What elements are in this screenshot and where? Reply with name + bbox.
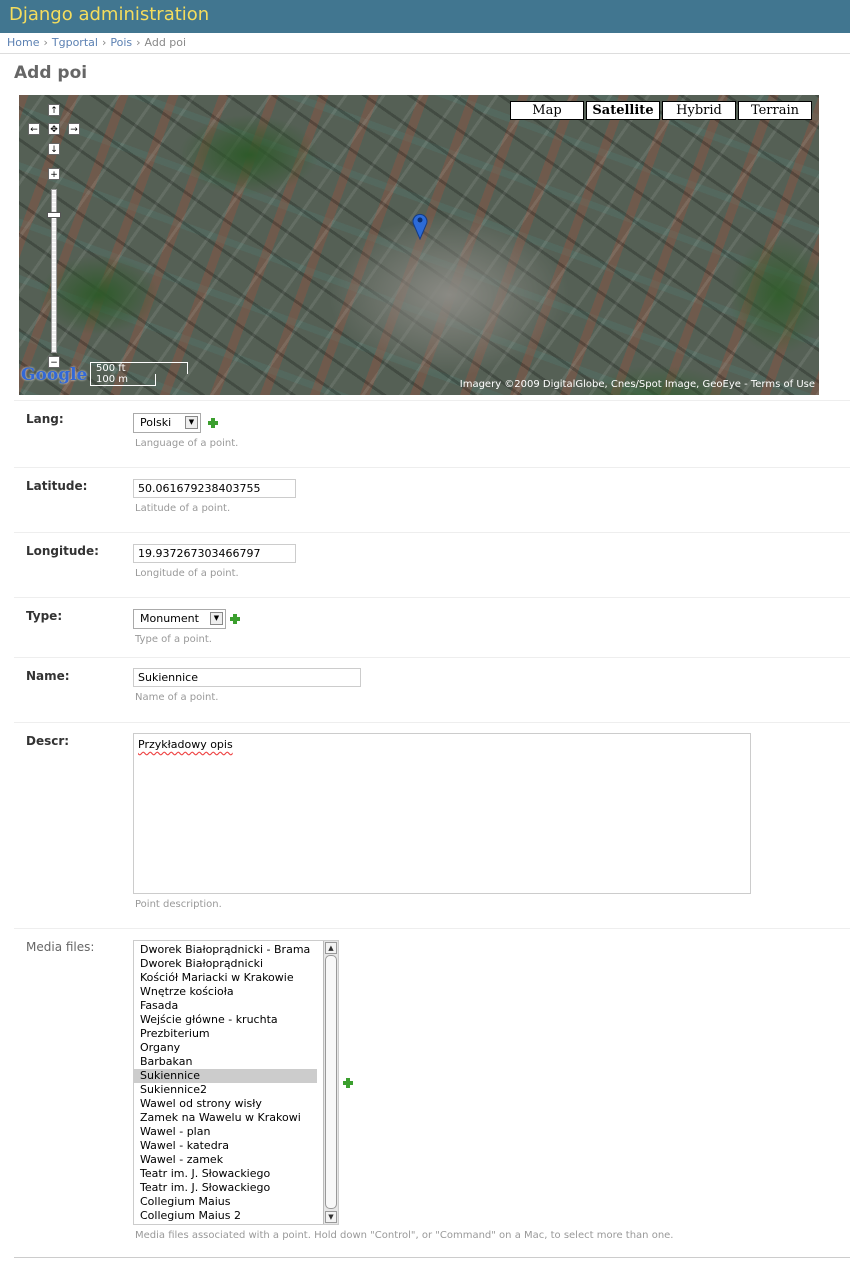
map-type-hybrid[interactable]: Hybrid bbox=[662, 101, 736, 120]
add-lang-icon[interactable] bbox=[207, 417, 219, 429]
media-option[interactable]: Dworek Białoprądnicki bbox=[134, 957, 317, 971]
map-attribution: Imagery ©2009 DigitalGlobe, Cnes/Spot Im… bbox=[459, 379, 815, 390]
pan-down-button[interactable]: ↓ bbox=[48, 143, 60, 155]
media-option[interactable]: Collegium Maius 2 bbox=[134, 1209, 317, 1223]
media-label: Media files: bbox=[26, 940, 95, 954]
breadcrumb-separator: › bbox=[101, 36, 107, 49]
lang-label: Lang: bbox=[26, 412, 64, 426]
breadcrumb-home[interactable]: Home bbox=[7, 36, 39, 49]
scroll-up-icon[interactable]: ▲ bbox=[325, 942, 337, 954]
media-option[interactable]: Wejście główne - kruchta bbox=[134, 1013, 317, 1027]
descr-textarea[interactable]: Przykładowy opis bbox=[133, 733, 751, 894]
dropdown-arrow-icon: ▼ bbox=[185, 416, 198, 429]
type-help: Type of a point. bbox=[135, 634, 212, 645]
map-type-terrain[interactable]: Terrain bbox=[738, 101, 812, 120]
pan-center-button[interactable]: ✥ bbox=[48, 123, 60, 135]
breadcrumb: Home › Tgportal › Pois › Add poi bbox=[0, 33, 850, 54]
name-input[interactable]: Sukiennice bbox=[133, 668, 361, 687]
map-widget[interactable]: ↑ ← ✥ → ↓ + − Map Satellite Hybrid Terra… bbox=[19, 95, 819, 395]
page-title: Add poi bbox=[14, 63, 88, 83]
site-header: Django administration bbox=[0, 0, 850, 33]
media-option[interactable]: Wawel - katedra bbox=[134, 1139, 317, 1153]
form-row-name: Name: Sukiennice Name of a point. bbox=[14, 657, 850, 722]
site-title[interactable]: Django administration bbox=[9, 4, 209, 25]
latitude-label: Latitude: bbox=[26, 479, 88, 493]
zoom-slider-handle[interactable] bbox=[47, 212, 61, 218]
breadcrumb-separator: › bbox=[136, 36, 141, 49]
descr-help: Point description. bbox=[135, 899, 222, 910]
media-option[interactable]: Collegium Maius bbox=[134, 1195, 317, 1209]
media-option[interactable]: Wawel - plan bbox=[134, 1125, 317, 1139]
latitude-input[interactable]: 50.061679238403755 bbox=[133, 479, 296, 498]
media-option[interactable]: Zamek na Wawelu w Krakowi bbox=[134, 1111, 317, 1125]
form-bottom-divider bbox=[14, 1257, 850, 1258]
media-option[interactable]: Prezbiterium bbox=[134, 1027, 317, 1041]
media-options-list: Dworek Białoprądnicki - Brama Dworek Biał… bbox=[134, 941, 338, 1223]
media-option[interactable]: Kościół Mariacki w Krakowie bbox=[134, 971, 317, 985]
pan-left-button[interactable]: ← bbox=[28, 123, 40, 135]
form-row-type: Type: Monument ▼ Type of a point. bbox=[14, 597, 850, 657]
media-option[interactable]: Organy bbox=[134, 1041, 317, 1055]
media-option[interactable]: Barbakan bbox=[134, 1055, 317, 1069]
name-label: Name: bbox=[26, 669, 70, 683]
media-option[interactable]: Fasada bbox=[134, 999, 317, 1013]
form-row-lang: Lang: Polski ▼ Language of a point. bbox=[14, 400, 850, 467]
latitude-help: Latitude of a point. bbox=[135, 503, 231, 514]
form-row-latitude: Latitude: 50.061679238403755 Latitude of… bbox=[14, 467, 850, 532]
map-type-switcher: Map Satellite Hybrid Terrain bbox=[508, 101, 812, 120]
media-help: Media files associated with a point. Hol… bbox=[135, 1230, 674, 1241]
media-option[interactable]: Wnętrze kościoła bbox=[134, 985, 317, 999]
scroll-down-icon[interactable]: ▼ bbox=[325, 1211, 337, 1223]
media-scrollbar[interactable]: ▲ ▼ bbox=[323, 941, 338, 1224]
form-row-media: Media files: Dworek Białoprądnicki - Bra… bbox=[14, 928, 850, 1257]
breadcrumb-separator: › bbox=[43, 36, 48, 49]
form-row-longitude: Longitude: 19.937267303466797 Longitude … bbox=[14, 532, 850, 597]
map-type-satellite[interactable]: Satellite bbox=[586, 101, 660, 120]
scrollbar-thumb[interactable] bbox=[325, 955, 337, 1209]
longitude-input[interactable]: 19.937267303466797 bbox=[133, 544, 296, 563]
type-select-value: Monument bbox=[140, 612, 199, 625]
map-type-map[interactable]: Map bbox=[510, 101, 584, 120]
zoom-in-button[interactable]: + bbox=[48, 168, 60, 180]
type-select[interactable]: Monument ▼ bbox=[133, 609, 226, 629]
longitude-help: Longitude of a point. bbox=[135, 568, 239, 579]
lang-help: Language of a point. bbox=[135, 438, 239, 449]
google-logo: Google bbox=[21, 365, 88, 385]
breadcrumb-current: Add poi bbox=[144, 36, 187, 49]
map-marker-icon[interactable] bbox=[412, 212, 428, 244]
breadcrumb-model[interactable]: Pois bbox=[110, 36, 132, 49]
breadcrumb-app[interactable]: Tgportal bbox=[52, 36, 98, 49]
media-option[interactable]: Sukiennice bbox=[134, 1069, 317, 1083]
media-multiselect[interactable]: Dworek Białoprądnicki - Brama Dworek Biał… bbox=[133, 940, 339, 1225]
lang-select[interactable]: Polski ▼ bbox=[133, 413, 201, 433]
name-help: Name of a point. bbox=[135, 692, 219, 703]
scale-bar-meters: 100 m bbox=[90, 374, 156, 386]
dropdown-arrow-icon: ▼ bbox=[210, 612, 223, 625]
type-label: Type: bbox=[26, 609, 63, 623]
pan-right-button[interactable]: → bbox=[68, 123, 80, 135]
media-option[interactable]: Teatr im. J. Słowackiego bbox=[134, 1167, 317, 1181]
media-option[interactable]: Sukiennice2 bbox=[134, 1083, 317, 1097]
descr-label: Descr: bbox=[26, 734, 70, 748]
scale-bar-feet: 500 ft bbox=[90, 362, 188, 374]
add-type-icon[interactable] bbox=[229, 613, 241, 625]
pan-up-button[interactable]: ↑ bbox=[48, 104, 60, 116]
media-option[interactable]: Wawel od strony wisły bbox=[134, 1097, 317, 1111]
media-option[interactable]: Teatr im. J. Słowackiego bbox=[134, 1181, 317, 1195]
media-option[interactable]: Wawel - zamek bbox=[134, 1153, 317, 1167]
descr-text: Przykładowy opis bbox=[138, 738, 233, 751]
add-media-icon[interactable] bbox=[342, 1077, 354, 1089]
media-option[interactable]: Dworek Białoprądnicki - Brama bbox=[134, 943, 317, 957]
form-row-descr: Descr: Przykładowy opis Point descriptio… bbox=[14, 722, 850, 928]
longitude-label: Longitude: bbox=[26, 544, 99, 558]
lang-select-value: Polski bbox=[140, 416, 172, 429]
